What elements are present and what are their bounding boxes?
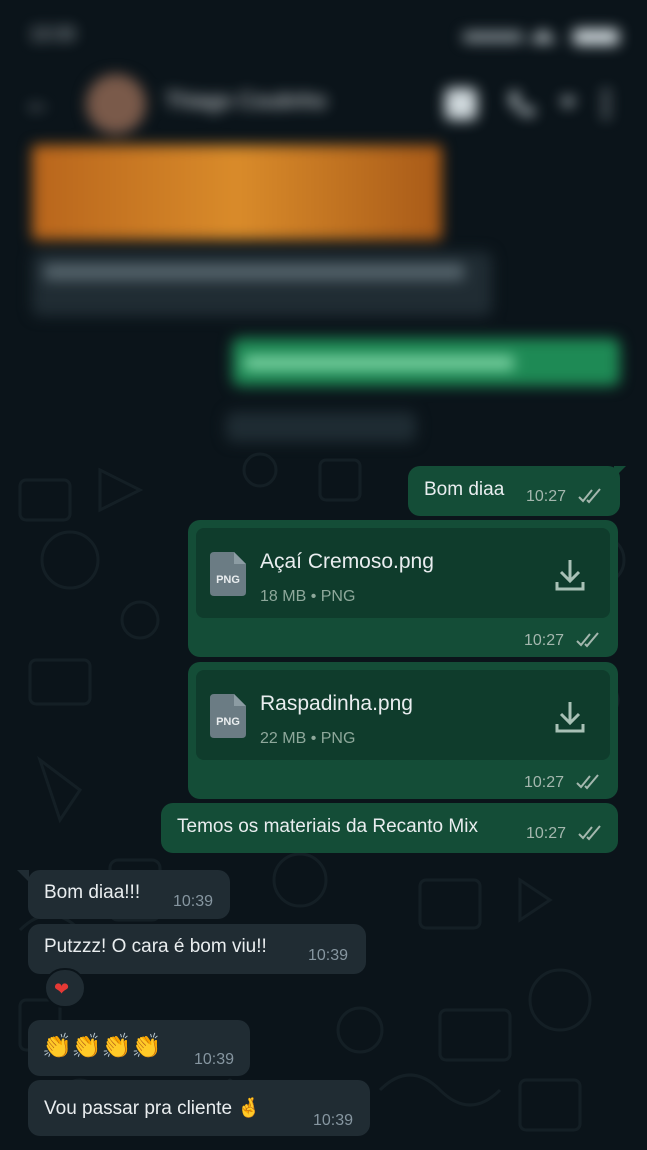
file-meta: 22 MB • PNG [260, 730, 356, 747]
back-arrow-icon[interactable]: ← [24, 88, 54, 118]
message-time: 10:27 [526, 488, 567, 505]
message-incoming[interactable]: 👏👏👏👏 10:39 [28, 1020, 250, 1076]
status-time: 13:33 [30, 24, 76, 44]
call-dropdown-icon[interactable] [560, 98, 576, 108]
read-ticks-icon [576, 632, 599, 648]
avatar[interactable] [86, 74, 146, 134]
image-caption-bubble[interactable] [32, 252, 492, 316]
png-file-icon: PNG [210, 552, 246, 596]
png-file-icon: PNG [210, 694, 246, 738]
file-message-outgoing[interactable]: PNG Raspadinha.png 22 MB • PNG 10:27 [188, 662, 618, 799]
heart-icon: ❤ [54, 979, 70, 999]
download-icon[interactable] [554, 700, 586, 734]
file-card[interactable]: PNG Raspadinha.png 22 MB • PNG [196, 670, 610, 760]
message-time: 10:39 [194, 1051, 235, 1068]
message-time: 10:39 [313, 1112, 354, 1129]
message-text: Bom diaa!!! [44, 882, 141, 903]
message-time: 10:39 [173, 893, 214, 910]
message-incoming[interactable]: Bom diaa!!! 10:39 [28, 870, 230, 919]
message-text: Putzzz! O cara é bom viu!! [44, 936, 267, 957]
download-icon[interactable] [554, 558, 586, 592]
date-separator [226, 412, 416, 442]
file-name: Raspadinha.png [260, 692, 413, 715]
message-time: 10:27 [526, 825, 567, 842]
blurred-history: 13:33 ← Thiago Coutinho [0, 0, 647, 450]
message-time: 10:39 [308, 947, 349, 964]
signal-wifi-battery-icon [463, 29, 619, 45]
message-incoming[interactable]: Vou passar pra cliente 🤞 10:39 [28, 1080, 370, 1136]
message-outgoing[interactable]: Bom diaa 10:27 [408, 466, 620, 516]
message-time: 10:27 [524, 774, 565, 791]
read-ticks-icon [578, 488, 601, 504]
message-time: 10:27 [524, 632, 565, 649]
message-text: Vou passar pra cliente 🤞 [44, 1098, 261, 1119]
voice-call-icon[interactable] [505, 88, 537, 120]
video-call-icon[interactable] [445, 88, 477, 120]
file-name: Açaí Cremoso.png [260, 550, 434, 573]
message-text: 👏👏👏👏 [42, 1033, 162, 1060]
caption-text-redacted [44, 264, 464, 280]
outgoing-message-blurred[interactable] [232, 338, 620, 386]
read-ticks-icon [578, 825, 601, 841]
file-message-outgoing[interactable]: PNG Açaí Cremoso.png 18 MB • PNG 10:27 [188, 520, 618, 657]
file-type-label: PNG [216, 716, 240, 728]
outgoing-text-redacted [244, 356, 514, 370]
bubble-tail [614, 466, 626, 478]
read-ticks-icon [576, 774, 599, 790]
message-text: Temos os materiais da Recanto Mix [177, 816, 478, 837]
file-type-label: PNG [216, 574, 240, 586]
more-options-icon[interactable] [600, 88, 612, 120]
message-reaction[interactable]: ❤ [44, 968, 86, 1008]
chat-header: ← Thiago Coutinho [0, 70, 647, 140]
image-message-preview[interactable] [32, 145, 442, 240]
file-card[interactable]: PNG Açaí Cremoso.png 18 MB • PNG [196, 528, 610, 618]
contact-name[interactable]: Thiago Coutinho [165, 88, 326, 114]
message-incoming[interactable]: Putzzz! O cara é bom viu!! 10:39 [28, 924, 366, 974]
file-meta: 18 MB • PNG [260, 588, 356, 605]
status-bar: 13:33 [0, 0, 647, 70]
message-text: Bom diaa [424, 479, 505, 500]
message-outgoing[interactable]: Temos os materiais da Recanto Mix 10:27 [161, 803, 618, 853]
